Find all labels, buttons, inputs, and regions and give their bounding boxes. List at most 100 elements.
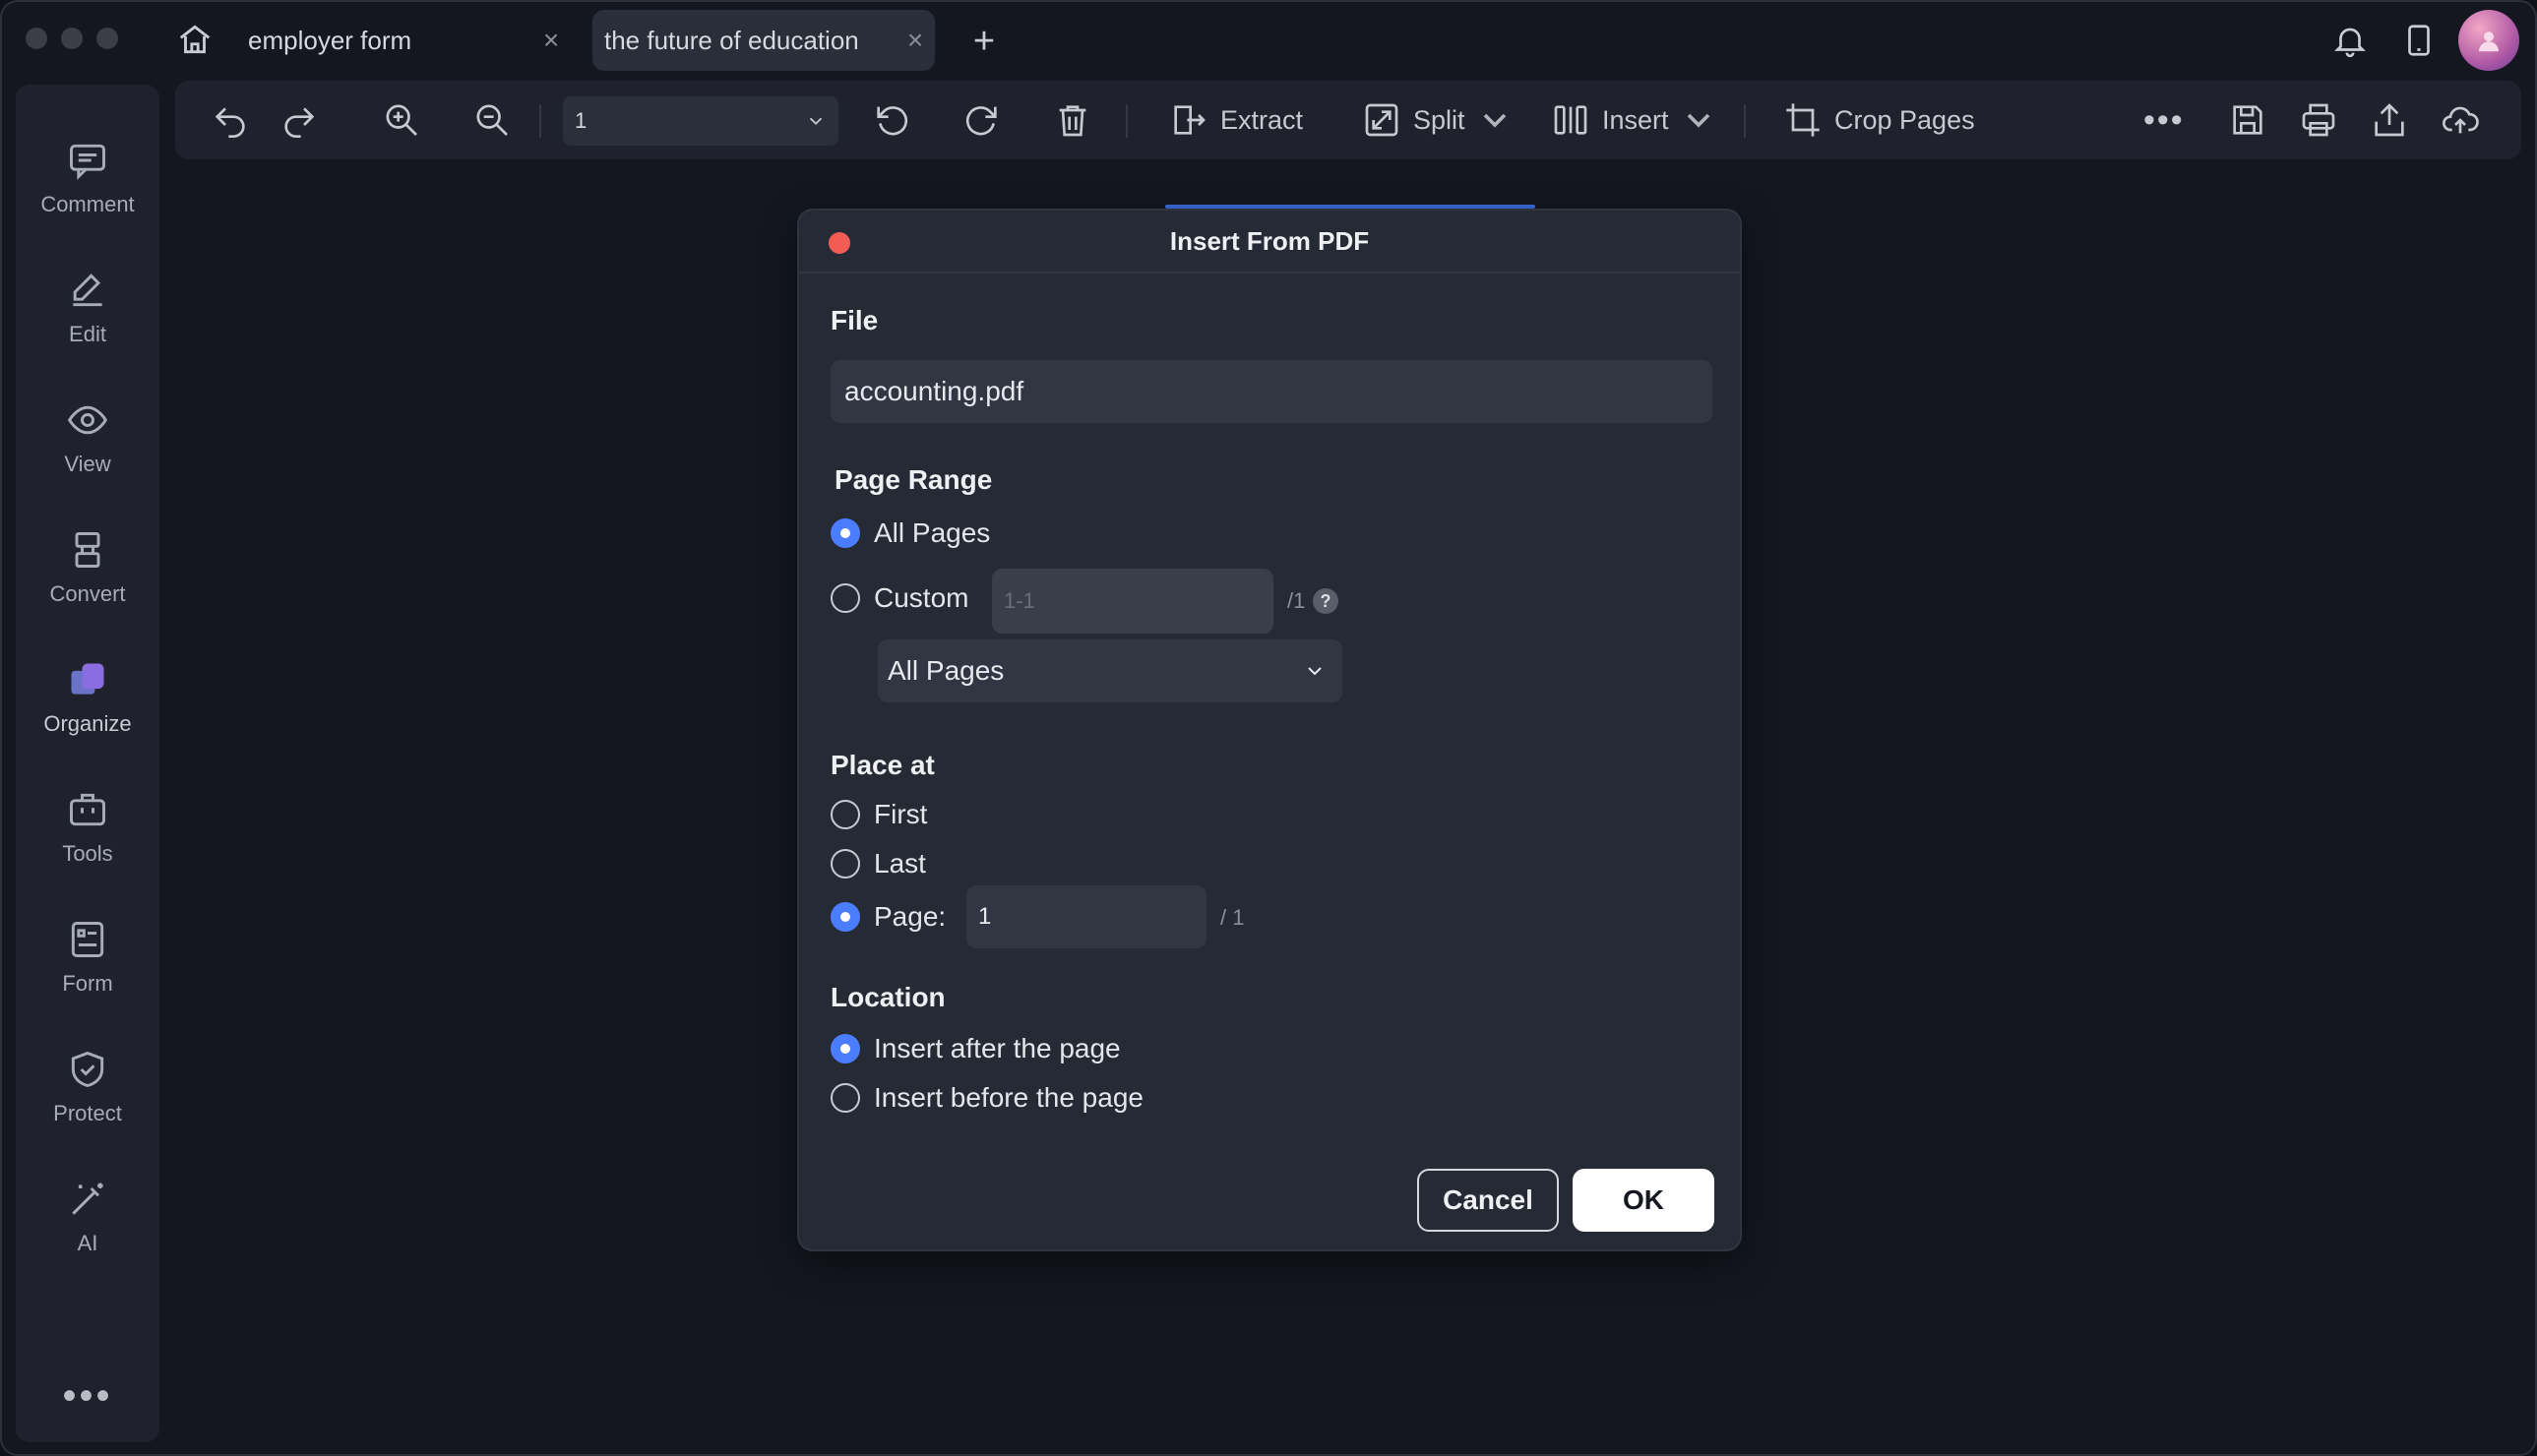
shield-icon — [71, 1051, 104, 1088]
magic-wand-icon — [72, 1183, 103, 1215]
sidebar-item-form[interactable]: Form — [16, 903, 159, 1011]
delete-icon[interactable] — [1053, 81, 1092, 159]
sidebar-item-label: View — [64, 452, 111, 476]
sidebar-item-comment[interactable]: Comment — [16, 124, 159, 232]
close-window-button[interactable] — [26, 28, 47, 49]
sidebar-item-label: Convert — [49, 581, 126, 606]
titlebar-right — [2320, 10, 2535, 71]
radio-selected-icon — [831, 518, 860, 548]
insert-label: Insert — [1602, 104, 1669, 135]
window-controls — [26, 28, 118, 49]
minimize-window-button[interactable] — [61, 28, 83, 49]
sidebar-item-edit[interactable]: Edit — [16, 254, 159, 362]
zoom-in-icon[interactable] — [382, 81, 421, 159]
crop-pages-label: Crop Pages — [1834, 104, 1975, 135]
new-tab-button[interactable]: + — [964, 21, 1004, 62]
cloud-upload-icon[interactable] — [2441, 81, 2480, 159]
more-options-button[interactable]: ••• — [2143, 81, 2185, 159]
comment-icon — [70, 144, 105, 181]
help-icon[interactable]: ? — [1313, 588, 1338, 614]
radio-label: Last — [874, 848, 926, 879]
first-radio[interactable]: First — [831, 799, 927, 830]
custom-total-pages: /1 — [1287, 588, 1306, 613]
form-icon — [71, 922, 104, 957]
insert-from-pdf-dialog: Insert From PDF File accounting.pdf Page… — [797, 209, 1742, 1251]
redo-icon[interactable] — [279, 81, 319, 159]
sidebar-item-organize[interactable]: Organize — [16, 643, 159, 752]
split-button[interactable]: Split — [1362, 81, 1515, 159]
share-icon[interactable] — [2370, 81, 2409, 159]
toolbar-divider — [1744, 104, 1746, 138]
sidebar-item-tools[interactable]: Tools — [16, 773, 159, 881]
page-total: / 1 — [1220, 905, 1245, 930]
sidebar-item-label: Edit — [69, 322, 106, 346]
crop-icon — [1786, 103, 1820, 137]
sidebar-item-ai[interactable]: AI — [16, 1163, 159, 1271]
extract-icon — [1174, 105, 1206, 135]
insert-before-radio[interactable]: Insert before the page — [831, 1082, 1144, 1114]
eye-icon — [67, 405, 108, 435]
print-icon[interactable] — [2299, 81, 2338, 159]
radio-label: First — [874, 799, 928, 829]
app-window: employer form × the future of education … — [0, 0, 2537, 1456]
custom-range-input[interactable]: 1-1 — [992, 569, 1273, 634]
toolbar-divider — [539, 104, 541, 138]
zoom-window-button[interactable] — [96, 28, 118, 49]
sidebar-item-label: Tools — [62, 841, 113, 866]
close-tab-icon[interactable]: × — [531, 25, 571, 56]
edit-icon — [73, 273, 102, 307]
sidebar-item-label: Form — [62, 971, 113, 996]
crop-pages-button[interactable]: Crop Pages — [1783, 81, 1975, 159]
insert-button[interactable]: Insert — [1551, 81, 1718, 159]
ok-button[interactable]: OK — [1573, 1169, 1714, 1232]
sidebar-item-label: Protect — [53, 1101, 122, 1125]
sidebar-item-label: AI — [77, 1231, 98, 1255]
tab-the-future-of-education[interactable]: the future of education × — [592, 10, 935, 71]
radio-unselected-icon — [831, 800, 860, 829]
extract-label: Extract — [1220, 104, 1304, 135]
insert-after-radio[interactable]: Insert after the page — [831, 1033, 1121, 1064]
page-radio[interactable]: Page: — [831, 901, 946, 933]
organize-icon — [71, 663, 104, 695]
place-at-label: Place at — [831, 750, 935, 780]
zoom-out-icon[interactable] — [472, 81, 512, 159]
page-number-input[interactable]: 1 — [966, 885, 1207, 948]
radio-selected-icon — [831, 1034, 860, 1063]
convert-icon — [75, 532, 100, 568]
radio-label: Page: — [874, 901, 947, 932]
close-tab-icon[interactable]: × — [896, 25, 935, 56]
rotate-right-icon[interactable] — [962, 81, 1002, 159]
tablet-icon[interactable] — [2389, 11, 2448, 70]
close-dialog-button[interactable] — [829, 232, 850, 254]
avatar[interactable] — [2458, 10, 2519, 71]
radio-unselected-icon — [831, 1083, 860, 1113]
undo-icon[interactable] — [211, 81, 250, 159]
rotate-left-icon[interactable] — [872, 81, 911, 159]
extract-button[interactable]: Extract — [1169, 81, 1303, 159]
sidebar-more-button[interactable]: ••• — [16, 1374, 159, 1419]
split-icon — [1365, 103, 1398, 137]
radio-selected-icon — [831, 902, 860, 932]
file-value: accounting.pdf — [844, 376, 1024, 406]
page-number-select[interactable]: 1 — [563, 96, 838, 146]
all-pages-radio[interactable]: All Pages — [831, 517, 990, 549]
custom-radio[interactable]: Custom — [831, 582, 968, 614]
last-radio[interactable]: Last — [831, 848, 926, 880]
save-icon[interactable] — [2228, 81, 2267, 159]
pages-subset-dropdown[interactable]: All Pages — [878, 639, 1342, 702]
home-icon[interactable] — [175, 20, 215, 59]
chevron-down-icon — [1687, 113, 1709, 128]
sidebar-item-convert[interactable]: Convert — [16, 514, 159, 622]
main-toolbar: 1 Extract Split Insert Crop Pages ••• — [175, 81, 2521, 159]
pages-subset-value: All Pages — [888, 655, 1005, 686]
sidebar-item-protect[interactable]: Protect — [16, 1033, 159, 1141]
toolbox-icon — [70, 793, 105, 826]
chevron-down-icon — [1483, 113, 1506, 128]
sidebar-item-label: Organize — [43, 711, 132, 736]
file-field[interactable]: accounting.pdf — [831, 360, 1712, 423]
sidebar-item-view[interactable]: View — [16, 384, 159, 492]
cancel-button[interactable]: Cancel — [1417, 1169, 1559, 1232]
toolbar-divider — [1126, 104, 1128, 138]
tab-employer-form[interactable]: employer form × — [236, 10, 571, 71]
bell-icon[interactable] — [2320, 11, 2380, 70]
